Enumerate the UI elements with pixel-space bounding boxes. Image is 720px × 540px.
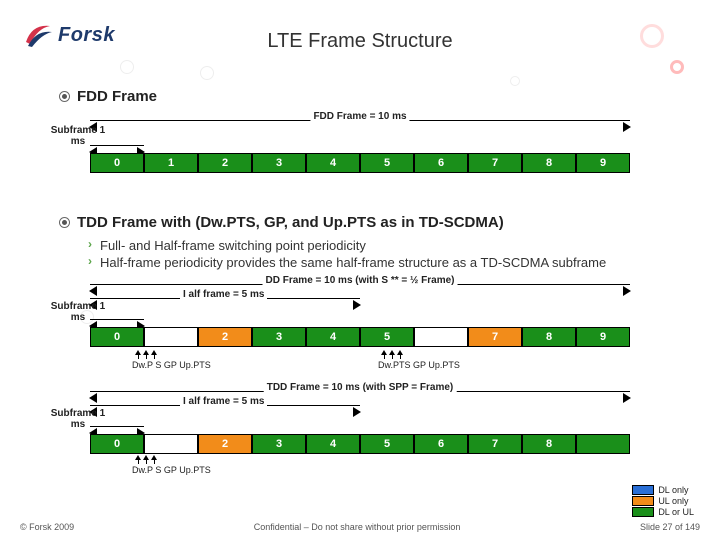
subframe-arrow xyxy=(90,145,144,146)
cell: 5 xyxy=(360,153,414,173)
cell: 4 xyxy=(306,327,360,347)
cell: 6 xyxy=(414,434,468,454)
cell: 5 xyxy=(360,434,414,454)
cell: 8 xyxy=(522,153,576,173)
confidential-note: Confidential – Do not share without prio… xyxy=(254,522,461,532)
section-fdd: FDD Frame FDD Frame = 10 ms Subframe 1 m… xyxy=(60,88,660,173)
cell xyxy=(576,434,630,454)
fdd-cells: 0 1 2 3 4 5 6 7 8 9 xyxy=(90,153,630,173)
cell: 2 xyxy=(198,327,252,347)
pts-labels: Dw.P S GP Up.PTS xyxy=(136,457,630,467)
legend: DL only UL only DL or UL xyxy=(632,484,694,518)
subframe-label: Subframe 1 ms xyxy=(50,125,106,147)
cell: 3 xyxy=(252,434,306,454)
cell: 5 xyxy=(360,327,414,347)
cell: 3 xyxy=(252,327,306,347)
page-title: LTE Frame Structure xyxy=(0,30,720,53)
cell: 1 xyxy=(144,153,198,173)
slide-number: Slide 27 of 149 xyxy=(640,522,700,532)
bullet-icon xyxy=(60,92,69,101)
cell: 4 xyxy=(306,153,360,173)
cell: 2 xyxy=(198,153,252,173)
footer: © Forsk 2009 Confidential – Do not share… xyxy=(0,522,720,532)
cell: 4 xyxy=(306,434,360,454)
chevron-icon: › xyxy=(88,255,92,270)
cell: 7 xyxy=(468,327,522,347)
cell: 8 xyxy=(522,327,576,347)
tdd-bullets: ›Full- and Half-frame switching point pe… xyxy=(88,237,660,271)
tdd-a-cells: 0 2 3 4 5 7 8 9 xyxy=(90,327,630,347)
section-tdd: TDD Frame with (Dw.PTS, GP, and Up.PTS a… xyxy=(60,214,660,467)
tdd-b-cells: 0 2 3 4 5 6 7 8 xyxy=(90,434,630,454)
frame-label: FDD Frame = 10 ms xyxy=(310,111,409,122)
cell: 7 xyxy=(468,434,522,454)
cell: 0 xyxy=(90,327,144,347)
cell: 6 xyxy=(414,153,468,173)
pts-labels: Dw.PTS GP Up.PTS xyxy=(382,352,404,362)
cell: 8 xyxy=(522,434,576,454)
chevron-icon: › xyxy=(88,238,92,253)
cell: 9 xyxy=(576,327,630,347)
cell: 9 xyxy=(576,153,630,173)
pts-labels: Dw.P S GP Up.PTS xyxy=(136,352,158,362)
cell: 7 xyxy=(468,153,522,173)
cell: 3 xyxy=(252,153,306,173)
copyright: © Forsk 2009 xyxy=(20,522,74,532)
bullet-icon xyxy=(60,218,69,227)
tdd-diagram-a: DD Frame = 10 ms (with S ** = ½ Frame) I… xyxy=(90,277,630,362)
tdd-diagram-b: TDD Frame = 10 ms (with SPP = Frame) I a… xyxy=(90,384,630,467)
tdd-heading: TDD Frame with (Dw.PTS, GP, and Up.PTS a… xyxy=(60,214,660,231)
cell: 2 xyxy=(198,434,252,454)
cell: 0 xyxy=(90,434,144,454)
cell: 0 xyxy=(90,153,144,173)
fdd-heading: FDD Frame xyxy=(60,88,660,105)
